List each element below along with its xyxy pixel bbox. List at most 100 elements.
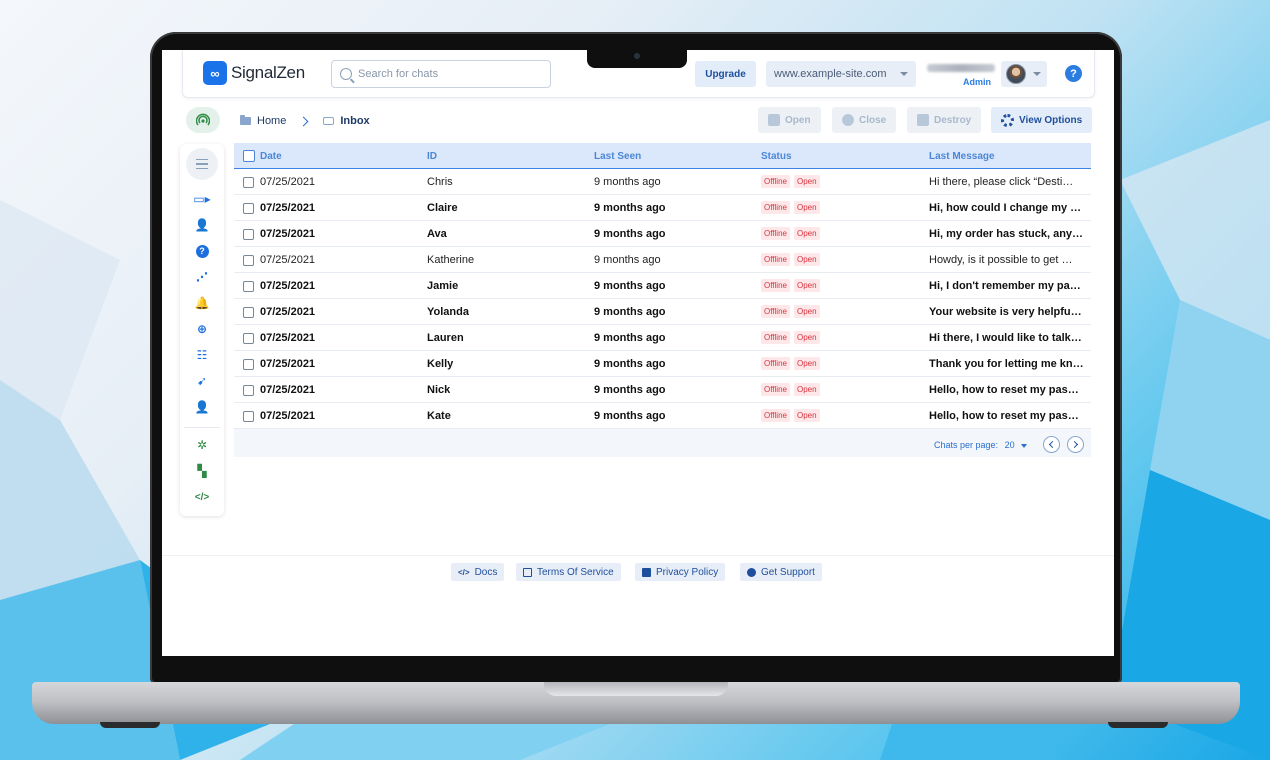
docs-link[interactable]: </> Docs (451, 563, 505, 581)
next-page-button[interactable] (1067, 436, 1084, 453)
menu-toggle[interactable] (186, 148, 218, 180)
table-row[interactable]: 07/25/2021 Chris 9 months ago Offline Open Hi… (234, 169, 1091, 195)
row-checkbox[interactable] (243, 281, 254, 292)
cell-last-seen: 9 months ago (594, 176, 661, 188)
table-row[interactable]: 07/25/2021 Lauren 9 months ago Offline Open H… (234, 325, 1091, 351)
handshake-icon[interactable]: ➹ (195, 374, 209, 388)
breadcrumb: Home Inbox (240, 115, 370, 127)
search-icon (340, 68, 352, 80)
chevron-left-icon (1048, 440, 1057, 449)
status-badge-open: Open (793, 357, 820, 370)
row-checkbox[interactable] (243, 307, 254, 318)
close-button[interactable]: Close (832, 107, 897, 133)
row-checkbox[interactable] (243, 333, 254, 344)
table-row[interactable]: 07/25/2021 Nick 9 months ago Offline Open Hel… (234, 377, 1091, 403)
help-button[interactable]: ? (1065, 65, 1082, 82)
cell-status: Offline Open (761, 201, 824, 214)
search-box[interactable] (331, 60, 551, 88)
open-button[interactable]: Open (758, 107, 821, 133)
table-row[interactable]: 07/25/2021 Kate 9 months ago Offline Open Hel… (234, 403, 1091, 429)
signalzen-logo-icon: ∞ (203, 61, 227, 85)
row-checkbox[interactable] (243, 229, 254, 240)
row-checkbox[interactable] (243, 359, 254, 370)
cell-date: 07/25/2021 (260, 410, 316, 422)
prev-page-button[interactable] (1043, 436, 1060, 453)
inbox-nav-icon[interactable]: ▭▸ (193, 192, 210, 206)
breadcrumb-home[interactable]: Home (257, 115, 286, 127)
view-options-button[interactable]: View Options (991, 107, 1093, 133)
close-button-label: Close (859, 114, 887, 126)
help-dot: ? (195, 244, 209, 258)
status-badge-offline: Offline (761, 383, 790, 396)
per-page-select[interactable]: Chats per page: 20 (934, 440, 1028, 450)
trash-icon (917, 114, 929, 126)
cell-last-seen: 9 months ago (594, 332, 666, 344)
column-status[interactable]: Status (761, 151, 792, 162)
row-checkbox[interactable] (243, 177, 254, 188)
upgrade-button[interactable]: Upgrade (695, 61, 756, 87)
site-select[interactable]: www.example-site.com (766, 61, 916, 87)
globe-icon[interactable]: ⊕ (195, 322, 209, 336)
table-row[interactable]: 07/25/2021 Ava 9 months ago Offline Open Hi, … (234, 221, 1091, 247)
cell-date: 07/25/2021 (260, 254, 316, 266)
table-row[interactable]: 07/25/2021 Kelly 9 months ago Offline Open Th… (234, 351, 1091, 377)
lock-icon (642, 567, 651, 577)
column-last-seen[interactable]: Last Seen (594, 151, 641, 162)
table-row[interactable]: 07/25/2021 Katherine 9 months ago Offline Op… (234, 247, 1091, 273)
code-icon[interactable]: </> (195, 490, 209, 504)
status-badge-offline: Offline (761, 357, 790, 370)
search-input[interactable] (358, 68, 538, 80)
table-header: Date ID Last Seen Status Last Message (234, 143, 1091, 169)
checklist-icon[interactable]: ☷ (195, 348, 209, 362)
help-icon (747, 567, 756, 577)
terms-link[interactable]: Terms Of Service (516, 563, 621, 581)
user-menu[interactable] (1001, 61, 1047, 87)
cell-status: Offline Open (761, 253, 824, 266)
cell-last-message: Hi, how could I change my … (929, 202, 1082, 214)
select-all-checkbox[interactable] (243, 150, 255, 162)
cell-status: Offline Open (761, 409, 824, 422)
cell-id: Kate (427, 410, 451, 422)
privacy-link[interactable]: Privacy Policy (635, 563, 726, 581)
chevron-right-icon (1070, 440, 1079, 449)
analytics-icon[interactable]: ⋰ (195, 270, 209, 284)
table-row[interactable]: 07/25/2021 Jamie 9 months ago Offline Open Hi… (234, 273, 1091, 299)
cell-last-seen: 9 months ago (594, 410, 666, 422)
column-id[interactable]: ID (427, 151, 437, 162)
status-badge-offline: Offline (761, 305, 790, 318)
status-badge-open: Open (793, 279, 820, 292)
cell-id: Katherine (427, 254, 475, 266)
brand-logo[interactable]: ∞ SignalZen (203, 61, 305, 85)
destroy-button[interactable]: Destroy (907, 107, 982, 133)
bell-icon[interactable]: 🔔 (195, 296, 210, 310)
signal-status-button[interactable] (186, 107, 220, 133)
row-checkbox[interactable] (243, 411, 254, 422)
status-badge-open: Open (793, 305, 820, 318)
terms-label: Terms Of Service (537, 566, 614, 578)
cell-id: Chris (427, 176, 453, 188)
row-checkbox[interactable] (243, 255, 254, 266)
view-options-label: View Options (1019, 114, 1083, 126)
table-row[interactable]: 07/25/2021 Claire 9 months ago Offline Open H… (234, 195, 1091, 221)
settings-gear-icon[interactable]: ✲ (195, 438, 209, 452)
laptop-foot-left (100, 722, 160, 728)
cell-last-message: Hi there, I would like to talk… (929, 332, 1082, 344)
cell-last-message: Howdy, is it possible to get … (929, 254, 1073, 266)
column-last-message[interactable]: Last Message (929, 151, 995, 162)
row-checkbox[interactable] (243, 203, 254, 214)
users-icon[interactable]: 👤 (195, 218, 210, 232)
status-badge-open: Open (793, 383, 820, 396)
cell-date: 07/25/2021 (260, 306, 316, 318)
table-row[interactable]: 07/25/2021 Yolanda 9 months ago Offline Open… (234, 299, 1091, 325)
row-checkbox[interactable] (243, 385, 254, 396)
user-settings-icon[interactable]: 👤 (195, 400, 210, 414)
laptop-base-lip (544, 682, 728, 696)
document-icon (523, 567, 532, 577)
support-link[interactable]: Get Support (740, 563, 822, 581)
user-name-blurred (927, 64, 995, 72)
widgets-icon[interactable]: ▚ (195, 464, 209, 478)
help-icon[interactable]: ? (195, 244, 209, 258)
left-nav-rail: ▭▸ 👤 ? ⋰ 🔔 ⊕ ☷ ➹ 👤 ✲ ▚ </> (180, 144, 224, 516)
column-date[interactable]: Date (260, 151, 282, 162)
cell-id: Ava (427, 228, 447, 240)
